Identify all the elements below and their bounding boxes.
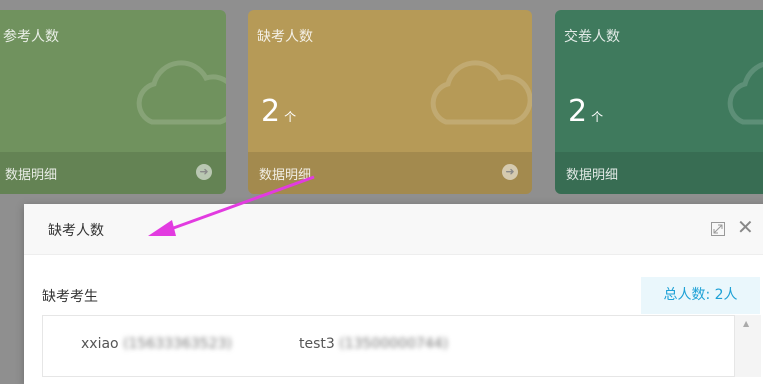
annotation-overlay xyxy=(148,175,315,236)
annotation-arrow-line xyxy=(167,175,315,232)
annotation-arrowhead xyxy=(148,220,176,236)
